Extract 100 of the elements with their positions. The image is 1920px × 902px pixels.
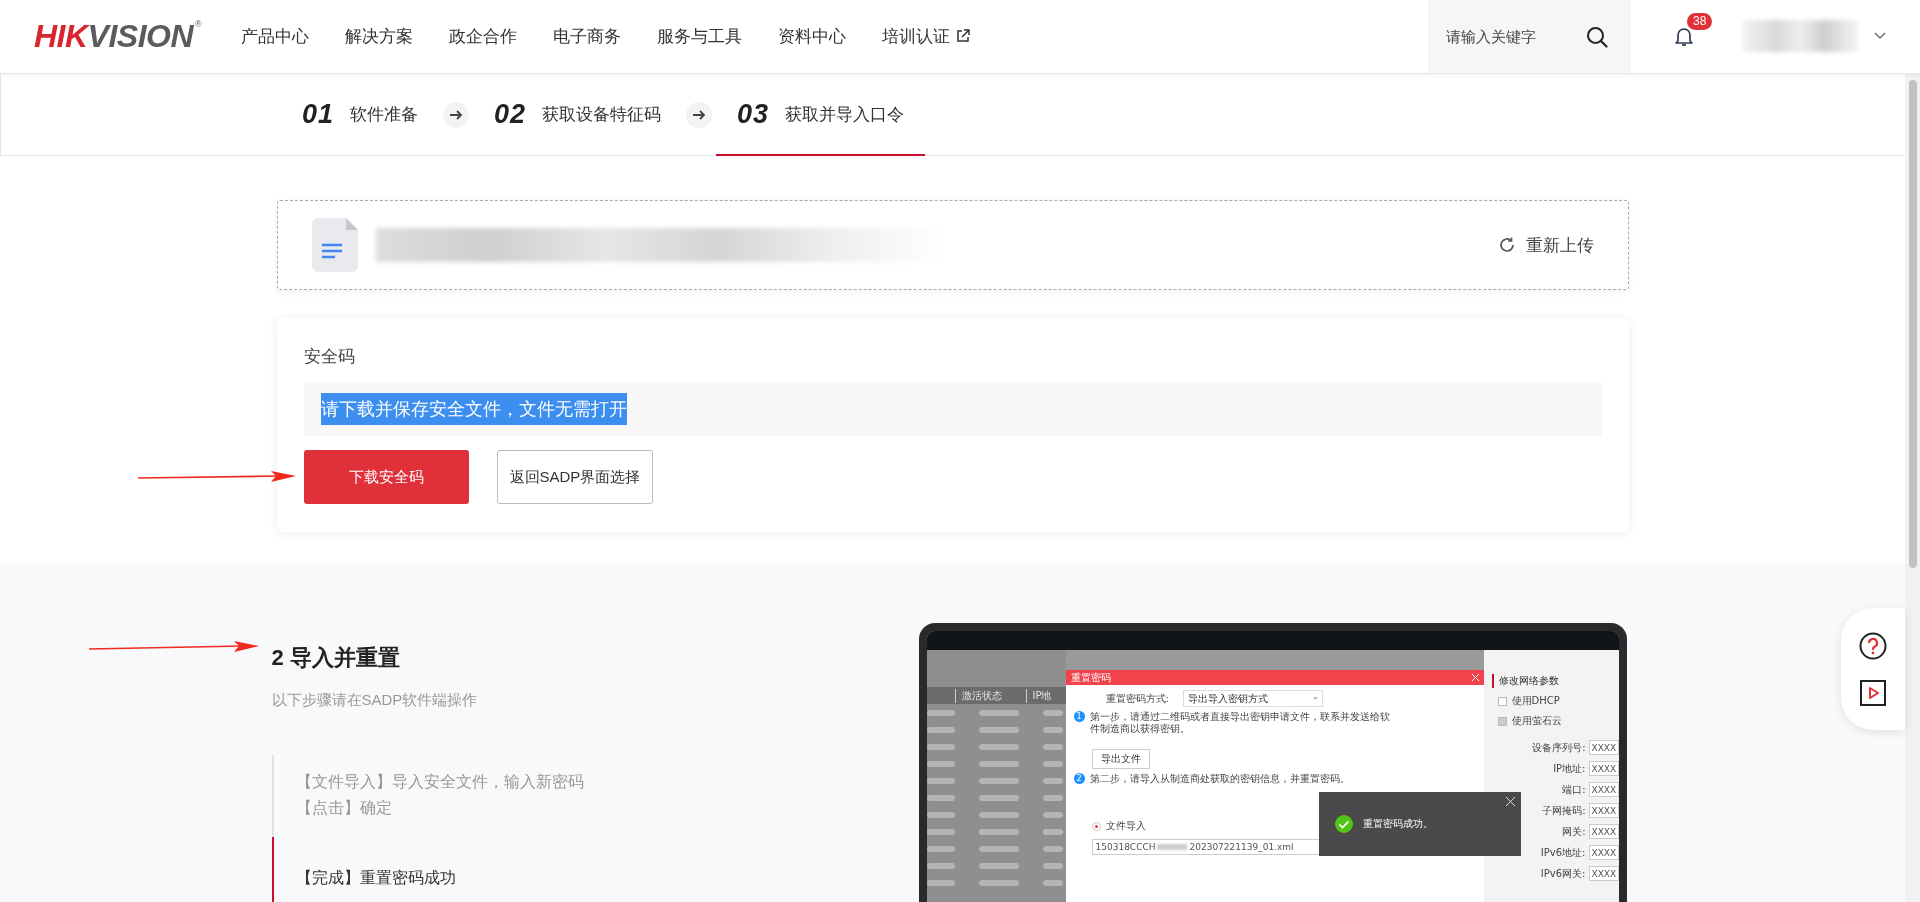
- toast-message: 重置密码成功。: [1362, 817, 1433, 831]
- blurred-cell: [926, 845, 955, 852]
- blurred-cell: [978, 760, 1019, 767]
- blurred-cell: [926, 777, 955, 784]
- radio-label: 文件导入: [1105, 819, 1146, 833]
- search-field[interactable]: 请输入关键字: [1444, 27, 1578, 46]
- caret-down-icon: [1312, 697, 1318, 700]
- step-tab[interactable]: 02 获取设备特征码: [473, 74, 683, 156]
- bell-icon[interactable]: [1673, 25, 1695, 47]
- nav-link[interactable]: 电子商务: [535, 24, 640, 48]
- blurred-cell: [1042, 845, 1063, 852]
- field-label: 设备序列号:: [1532, 740, 1586, 755]
- check-circle-icon: [1334, 815, 1353, 833]
- nav-link[interactable]: 服务与工具: [639, 24, 761, 48]
- blurred-cell: [1042, 811, 1063, 818]
- instruction-text: 【完成】重置密码成功: [295, 868, 457, 888]
- column-header: IP地: [1025, 688, 1052, 703]
- notification-count: 38: [1687, 13, 1713, 30]
- download-button[interactable]: 下载安全码: [303, 450, 469, 504]
- input-field[interactable]: XXXX: [1588, 740, 1619, 755]
- arrow-right-icon: [443, 101, 470, 128]
- section-title: 2 导入并重置: [271, 644, 401, 672]
- security-code-field: 请下载并保存安全文件，文件无需打开: [303, 382, 1602, 436]
- step-label: 获取并导入口令: [785, 103, 905, 126]
- video-play-icon[interactable]: [1860, 680, 1886, 706]
- field-label: IP地址:: [1553, 761, 1586, 776]
- blurred-cell: [926, 862, 955, 869]
- scrollbar-thumb[interactable]: [1908, 80, 1917, 568]
- back-button[interactable]: 返回SADP界面选择: [496, 450, 654, 504]
- document-icon: [311, 218, 358, 272]
- nav-link[interactable]: 产品中心: [223, 24, 328, 48]
- blurred-cell: [926, 828, 955, 835]
- field-label: IPv6网关:: [1540, 866, 1586, 881]
- step-number-badge: 2: [1073, 773, 1085, 784]
- field-label: 安全码: [303, 346, 356, 368]
- blurred-cell: [1042, 743, 1063, 750]
- column-header: 激活状态: [954, 688, 1002, 703]
- chevron-down-icon[interactable]: [1874, 32, 1886, 40]
- step-label: 获取设备特征码: [542, 103, 662, 126]
- export-file-button[interactable]: 导出文件: [1091, 749, 1150, 769]
- method-dropdown[interactable]: 导出导入密钥方式: [1182, 690, 1323, 707]
- step-instruction: 第一步，请通过二维码或者直接导出密钥申请文件，联系并发送给软件制造商以获得密钥。: [1089, 711, 1390, 735]
- reupload-button[interactable]: 重新上传: [1491, 232, 1600, 258]
- nav-link[interactable]: 培训认证: [864, 24, 989, 48]
- field-label: 端口:: [1562, 782, 1586, 797]
- nav-link[interactable]: 资料中心: [760, 24, 865, 48]
- panel-title: 修改网络参数: [1491, 674, 1619, 688]
- blurred-cell: [978, 709, 1019, 716]
- step-number: 02: [494, 98, 527, 130]
- input-field[interactable]: XXXX: [1588, 845, 1619, 860]
- arrow-right-icon: [686, 101, 713, 128]
- field-label: IPv6地址:: [1540, 845, 1586, 860]
- input-field[interactable]: XXXX: [1588, 782, 1619, 797]
- dialog-title: 重置密码: [1070, 672, 1111, 683]
- instruction-text: 【文件导入】导入安全文件，输入新密码: [295, 772, 585, 792]
- blurred-cell: [978, 845, 1019, 852]
- registered-mark: ®: [195, 20, 202, 29]
- blurred-cell: [978, 743, 1019, 750]
- blurred-cell: [978, 726, 1019, 733]
- input-field[interactable]: XXXX: [1588, 866, 1619, 881]
- blurred-cell: [978, 879, 1019, 886]
- step-number: 03: [737, 98, 770, 130]
- blurred-cell: [1042, 709, 1063, 716]
- nav-link[interactable]: 政企合作: [431, 24, 536, 48]
- blurred-cell: [1042, 777, 1063, 784]
- blurred-cell: [1042, 879, 1063, 886]
- blurred-cell: [926, 811, 955, 818]
- blurred-cell: [978, 794, 1019, 801]
- field-label: 网关:: [1562, 824, 1586, 839]
- step-tab[interactable]: 01 软件准备: [281, 74, 440, 156]
- field-label: 子网掩码:: [1542, 803, 1586, 818]
- step-label: 软件准备: [350, 103, 419, 126]
- help-icon[interactable]: [1859, 632, 1887, 660]
- blurred-cell: [978, 862, 1019, 869]
- checkbox-label: 使用DHCP: [1511, 694, 1560, 708]
- input-field[interactable]: XXXX: [1588, 761, 1619, 776]
- input-field[interactable]: XXXX: [1588, 824, 1619, 839]
- blurred-cell: [926, 743, 955, 750]
- blurred-cell: [978, 777, 1019, 784]
- nav-link[interactable]: 解决方案: [327, 24, 432, 48]
- blurred-cell: [978, 828, 1019, 835]
- logo-text[interactable]: HIK: [34, 20, 88, 52]
- blurred-cell: [926, 726, 955, 733]
- blurred-cell: [926, 760, 955, 767]
- blurred-cell: [1042, 828, 1063, 835]
- search-icon[interactable]: [1586, 25, 1608, 48]
- step-tab[interactable]: 03 获取并导入口令: [716, 74, 926, 156]
- step-instruction: 第二步，请导入从制造商处获取的密钥信息，并重置密码。: [1089, 773, 1350, 785]
- step-number-badge: 1: [1073, 711, 1085, 722]
- step-number: 01: [302, 98, 335, 130]
- blurred-cell: [926, 794, 955, 801]
- input-field[interactable]: XXXX: [1588, 803, 1619, 818]
- section-subtitle: 以下步骤请在SADP软件端操作: [271, 691, 479, 710]
- close-icon[interactable]: [1505, 797, 1515, 806]
- instruction-text: 【点击】确定: [295, 798, 393, 818]
- checkbox[interactable]: [1497, 696, 1507, 706]
- blurred-cell: [926, 879, 955, 886]
- blurred-cell: [1042, 794, 1063, 801]
- blurred-cell: [1042, 726, 1063, 733]
- refresh-icon: [1497, 236, 1516, 254]
